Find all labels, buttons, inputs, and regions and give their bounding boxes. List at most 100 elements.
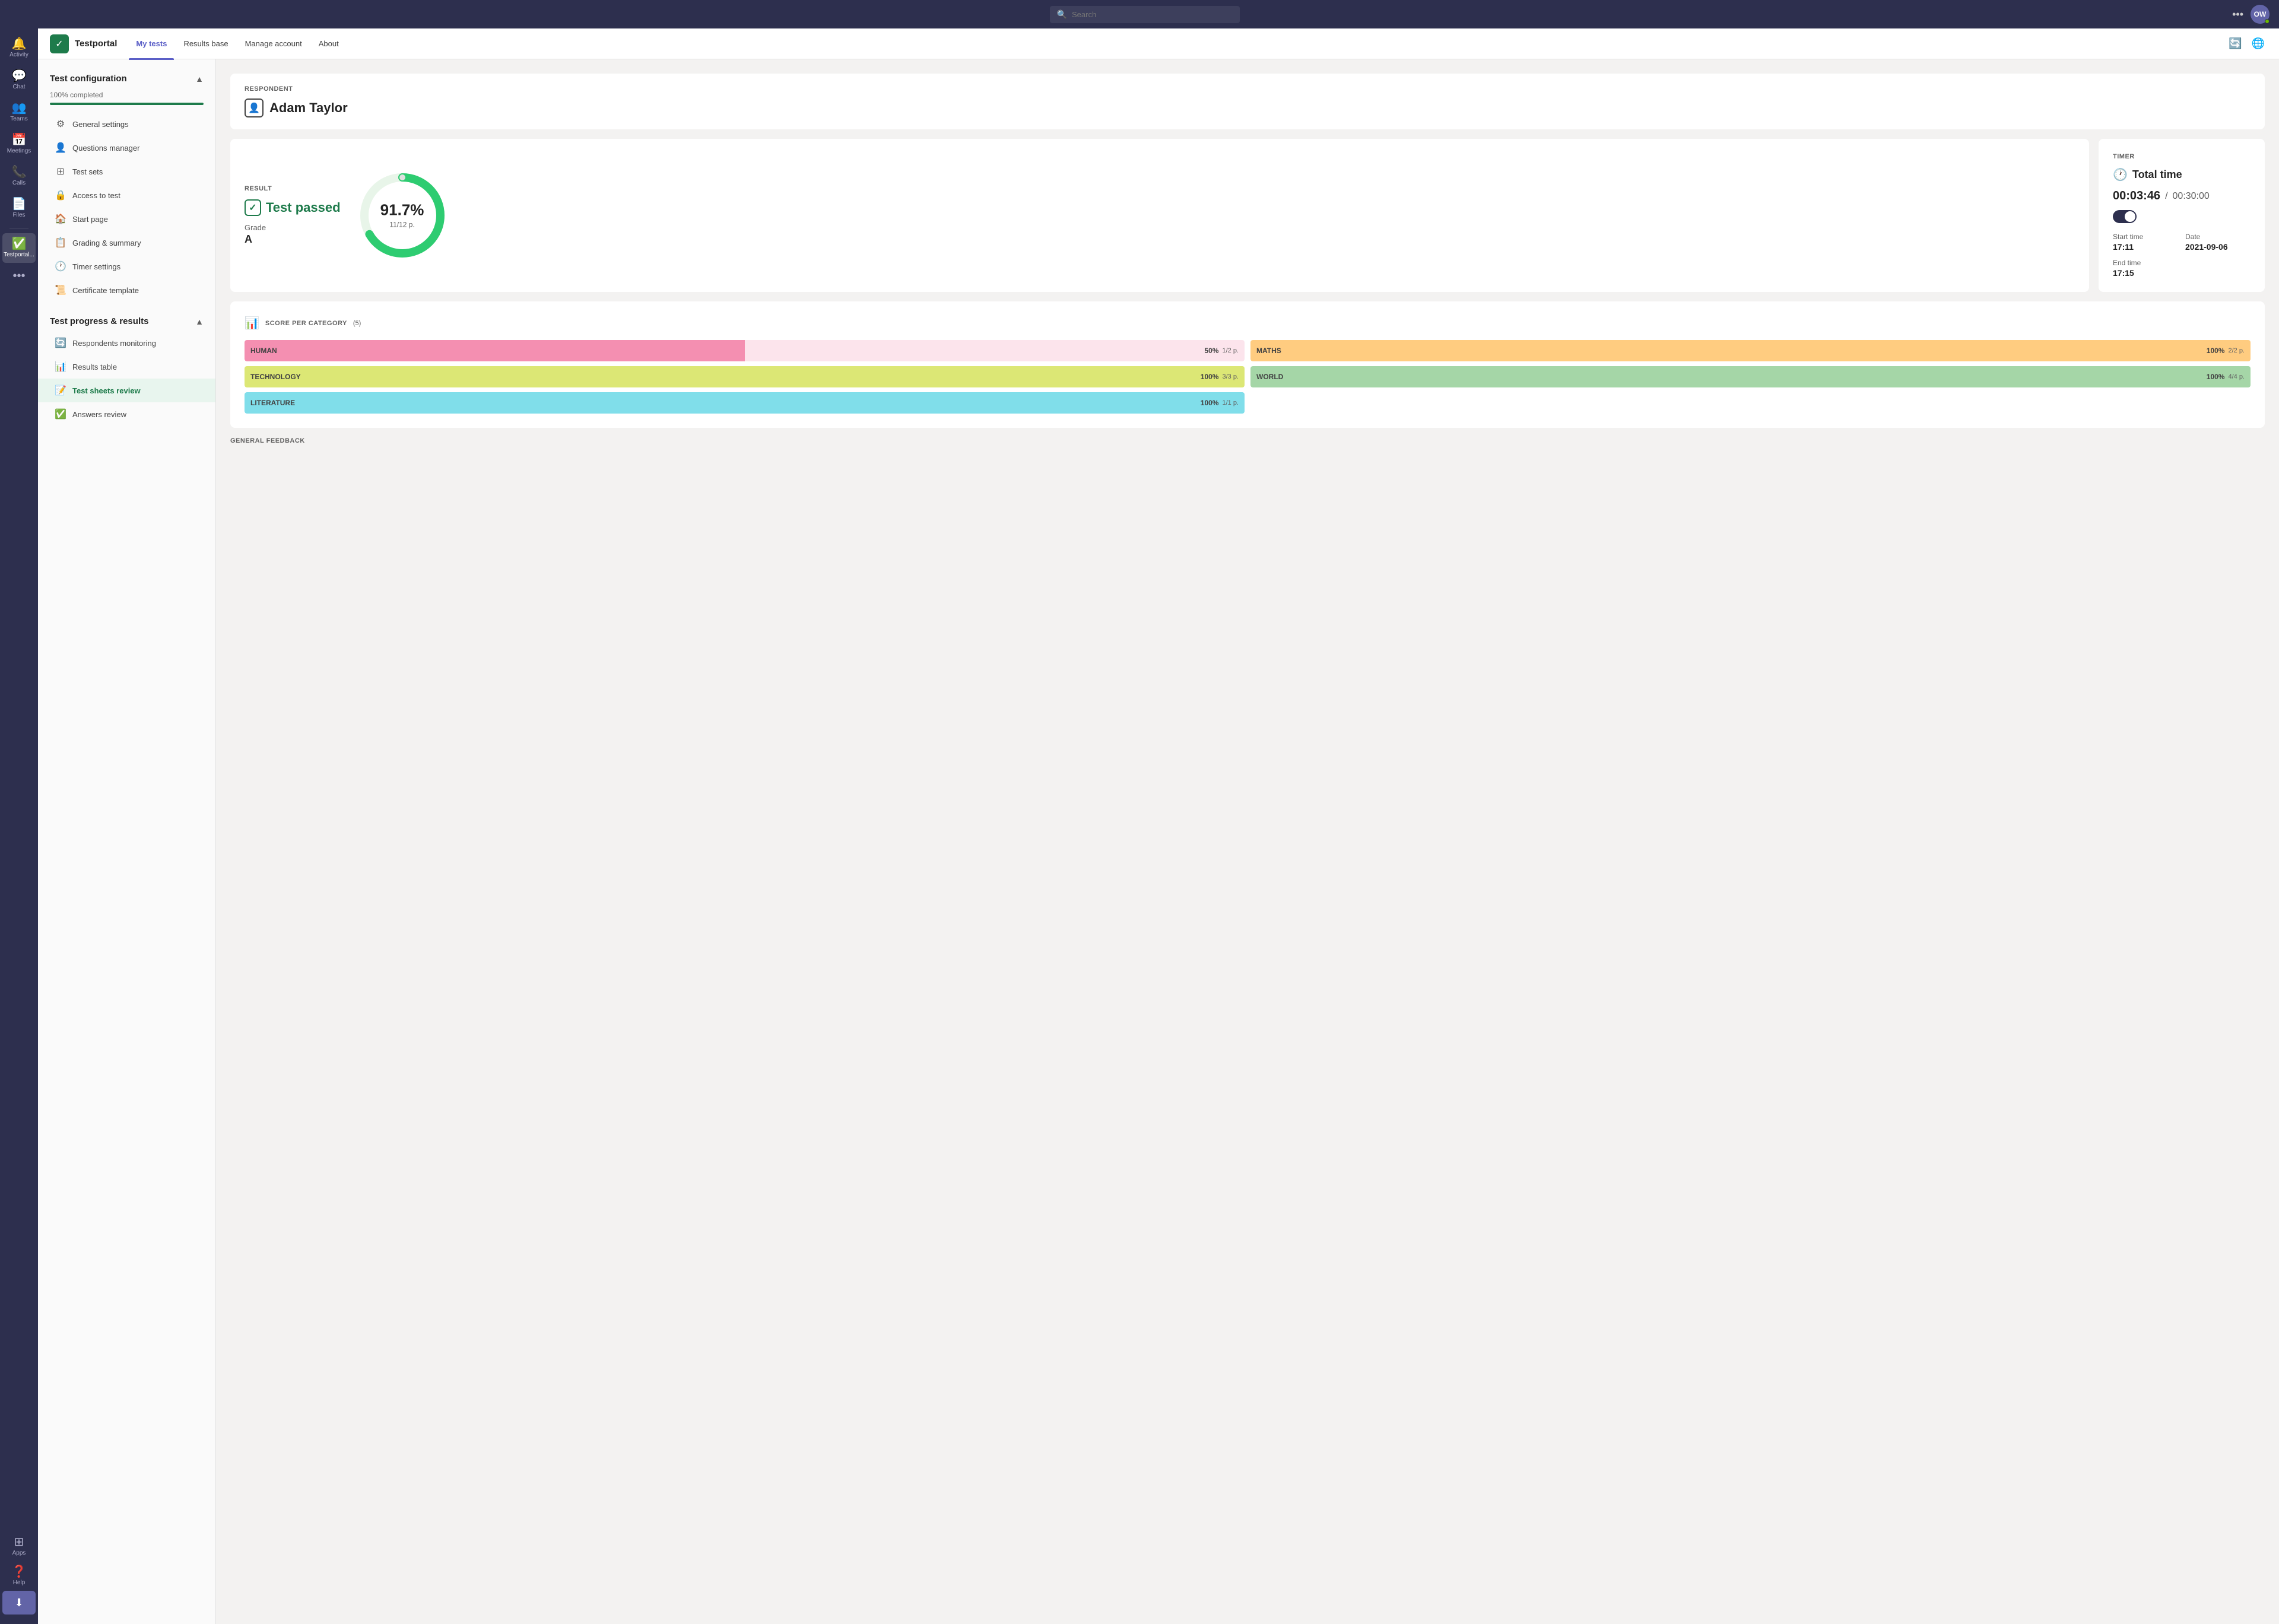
nav-item-manage-account[interactable]: Manage account — [238, 36, 309, 52]
general-feedback-label: GENERAL FEEDBACK — [230, 437, 2265, 444]
help-icon: ❓ — [12, 1566, 27, 1578]
menu-item-test-sets[interactable]: ⊞ Test sets — [38, 160, 215, 183]
download-icon: ⬇ — [14, 1597, 23, 1609]
right-panel: RESPONDENT 👤 Adam Taylor RESULT — [216, 59, 2279, 1624]
download-button[interactable]: ⬇ — [2, 1591, 36, 1615]
sidebar-item-more[interactable]: ••• — [2, 265, 36, 287]
sidebar-item-help[interactable]: ❓ Help — [2, 1561, 36, 1591]
timer-end-time-label: End time — [2113, 259, 2178, 267]
sidebar-item-testportal[interactable]: ✅ Testportal... — [2, 233, 36, 263]
timer-end-time-value: 17:15 — [2113, 268, 2178, 278]
section-progress-chevron-icon: ▲ — [195, 317, 204, 326]
results-table-icon: 📊 — [55, 361, 66, 373]
score-pct-technology: 100% — [1201, 373, 1219, 381]
timer-section-label: TIMER — [2113, 153, 2251, 160]
menu-item-results-table[interactable]: 📊 Results table — [38, 355, 215, 379]
timer-separator: / — [2165, 191, 2167, 202]
timer-date-label: Date — [2185, 233, 2251, 241]
respondent-avatar: 👤 — [245, 98, 264, 117]
score-frac-human: 1/2 p. — [1222, 347, 1239, 354]
activity-icon: 🔔 — [12, 38, 27, 50]
score-cat-name-human: HUMAN — [250, 347, 277, 355]
topbar-right: ••• OW — [2232, 5, 2270, 24]
app-logo-icon: ✓ — [55, 38, 63, 50]
score-pct-literature: 100% — [1201, 399, 1219, 407]
presence-indicator — [2265, 19, 2270, 24]
app-header: ✓ Testportal My tests Results base Manag… — [38, 28, 2279, 59]
files-icon: 📄 — [12, 198, 27, 210]
topbar: 🔍 ••• OW — [0, 0, 2279, 28]
nav-item-about[interactable]: About — [312, 36, 346, 52]
grade-label: Grade — [245, 223, 341, 232]
chat-icon: 💬 — [12, 70, 27, 82]
nav-item-my-tests[interactable]: My tests — [129, 36, 174, 52]
menu-item-answers-review[interactable]: ✅ Answers review — [38, 402, 215, 426]
calls-icon: 📞 — [12, 166, 27, 178]
section-test-config-header[interactable]: Test configuration ▲ — [38, 69, 215, 88]
score-pct-maths: 100% — [2207, 347, 2225, 355]
score-count: (5) — [353, 320, 361, 327]
sidebar-item-label: Help — [13, 1579, 26, 1586]
answers-review-icon: ✅ — [55, 408, 66, 420]
menu-item-timer-settings[interactable]: 🕐 Timer settings — [38, 255, 215, 278]
menu-item-grading-summary[interactable]: 📋 Grading & summary — [38, 231, 215, 255]
menu-item-certificate-template[interactable]: 📜 Certificate template — [38, 278, 215, 302]
score-frac-literature: 1/1 p. — [1222, 399, 1239, 406]
menu-item-test-sheets-review[interactable]: 📝 Test sheets review — [38, 379, 215, 402]
more-options-icon[interactable]: ••• — [2232, 8, 2243, 21]
respondent-name: 👤 Adam Taylor — [245, 98, 2251, 117]
access-to-test-icon: 🔒 — [55, 189, 66, 201]
sidebar-item-files[interactable]: 📄 Files — [2, 193, 36, 223]
sidebar-item-label: Calls — [12, 180, 26, 186]
score-pct-world: 100% — [2207, 373, 2225, 381]
timer-toggle-knob — [2125, 211, 2135, 222]
menu-item-start-page[interactable]: 🏠 Start page — [38, 207, 215, 231]
score-cat-name-world: WORLD — [1256, 373, 1283, 381]
app-logo: ✓ — [50, 34, 69, 53]
score-title: SCORE PER CATEGORY — [265, 320, 347, 327]
section-progress-header[interactable]: Test progress & results ▲ — [38, 312, 215, 331]
start-page-icon: 🏠 — [55, 213, 66, 225]
nav-item-results-base[interactable]: Results base — [176, 36, 235, 52]
score-bar-technology: TECHNOLOGY100%3/3 p. — [245, 366, 1245, 387]
result-section-label: RESULT — [245, 185, 341, 192]
menu-item-questions-manager[interactable]: 👤 Questions manager — [38, 136, 215, 160]
sidebar-item-chat[interactable]: 💬 Chat — [2, 65, 36, 95]
result-check-icon: ✓ — [245, 199, 261, 216]
progress-bar — [50, 103, 204, 105]
test-sets-icon: ⊞ — [55, 166, 66, 177]
menu-item-respondents-monitoring[interactable]: 🔄 Respondents monitoring — [38, 331, 215, 355]
timer-elapsed: 00:03:46 — [2113, 189, 2160, 203]
donut-score: 11/12 p. — [389, 221, 414, 229]
score-pct-human: 50% — [1204, 347, 1218, 355]
result-status: ✓ Test passed — [245, 199, 341, 216]
refresh-button[interactable]: 🔄 — [2226, 35, 2244, 52]
donut-chart: 91.7% 11/12 p. — [355, 168, 450, 263]
score-bar-maths: MATHS100%2/2 p. — [1250, 340, 2251, 361]
sidebar-item-apps[interactable]: ⊞ Apps — [2, 1531, 36, 1561]
sidebar-item-label: Activity — [9, 52, 28, 58]
search-bar[interactable]: 🔍 — [1050, 6, 1240, 23]
menu-item-access-to-test[interactable]: 🔒 Access to test — [38, 183, 215, 207]
sidebar-item-teams[interactable]: 👥 Teams — [2, 97, 36, 127]
search-input[interactable] — [1072, 10, 1233, 19]
result-status-text: Test passed — [266, 200, 341, 215]
score-cat-name-literature: LITERATURE — [250, 399, 295, 407]
header-actions: 🔄 🌐 — [2226, 35, 2267, 52]
score-cat-name-maths: MATHS — [1256, 347, 1281, 355]
menu-item-general-settings[interactable]: ⚙ General settings — [38, 112, 215, 136]
app-content: ✓ Testportal My tests Results base Manag… — [38, 28, 2279, 1624]
clock-icon: 🕐 — [2113, 167, 2128, 182]
timer-toggle[interactable] — [2113, 210, 2137, 223]
respondent-card: RESPONDENT 👤 Adam Taylor — [230, 74, 2265, 129]
globe-button[interactable]: 🌐 — [2249, 35, 2267, 52]
score-icon: 📊 — [245, 316, 259, 330]
sidebar-item-label: Files — [12, 212, 25, 218]
timer-title: 🕐 Total time — [2113, 167, 2251, 182]
left-panel: Test configuration ▲ 100% completed ⚙ Ge… — [38, 59, 216, 1624]
avatar[interactable]: OW — [2251, 5, 2270, 24]
sidebar-item-meetings[interactable]: 📅 Meetings — [2, 129, 36, 159]
progress-label: 100% completed — [50, 91, 204, 99]
sidebar-item-calls[interactable]: 📞 Calls — [2, 161, 36, 191]
sidebar-item-activity[interactable]: 🔔 Activity — [2, 33, 36, 63]
